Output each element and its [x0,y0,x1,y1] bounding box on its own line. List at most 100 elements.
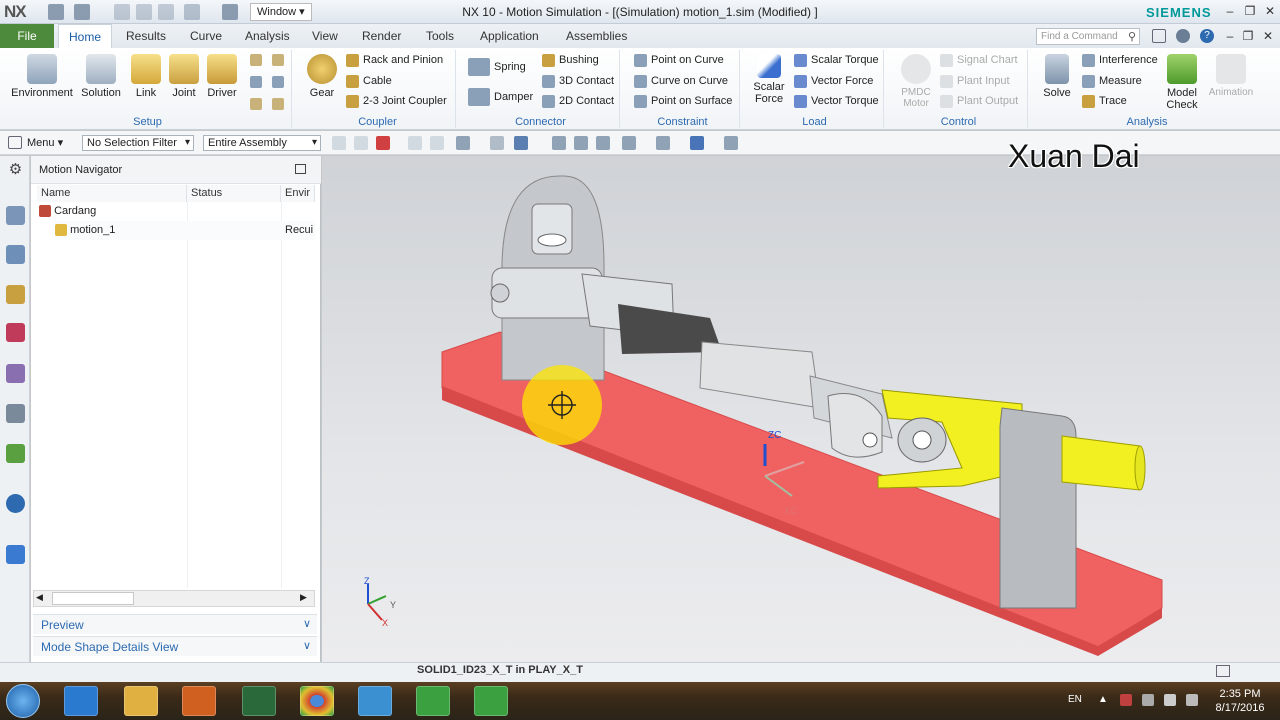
plant-output-button[interactable]: Plant Output [940,92,1018,110]
solution-button[interactable]: Solution [78,54,124,99]
tab-view[interactable]: View [302,24,348,48]
scalar-torque-button[interactable]: Scalar Torque [794,51,879,69]
measure-button[interactable]: Measure [1082,72,1142,90]
spring-button[interactable]: Spring [468,58,526,77]
tab-results[interactable]: Results [116,24,176,48]
settings-gear-icon[interactable]: ⚙ [6,160,25,179]
point-on-surface-button[interactable]: Point on Surface [634,92,732,110]
tab-application[interactable]: Application [470,24,549,48]
gear-button[interactable]: Gear [304,54,340,99]
joint-button[interactable]: Joint [166,54,202,99]
preview-section[interactable]: Preview ∨ [33,614,317,634]
column-header-status[interactable]: Status [187,185,281,202]
solve-button[interactable]: Solve [1040,54,1074,99]
scroll-left-icon[interactable]: ◀ [36,592,43,603]
shaded-icon[interactable] [490,136,504,150]
curve-on-curve-button[interactable]: Curve on Curve [634,72,728,90]
chrome-icon[interactable] [300,686,334,716]
start-button[interactable] [6,684,40,718]
doc-minimize-icon[interactable]: – [1222,29,1238,43]
scroll-right-icon[interactable]: ▶ [300,592,307,603]
network-icon[interactable] [1164,694,1176,706]
media-player-icon[interactable] [182,686,216,716]
show-hide-icon[interactable] [724,136,738,150]
part-navigator-icon[interactable] [6,323,25,342]
curve-icon[interactable] [430,136,444,150]
doc-restore-icon[interactable]: ❐ [1240,29,1256,43]
show-hidden-icons-icon[interactable]: ▲ [1098,694,1108,705]
select-icon[interactable] [354,136,368,150]
column-header-environment[interactable]: Envir [281,185,315,202]
help-icon[interactable]: ? [1200,29,1214,43]
orient-view-icon[interactable] [690,136,704,150]
interference-button[interactable]: Interference [1082,51,1158,69]
action-center-icon[interactable] [1120,694,1132,706]
animation-button[interactable]: Animation [1206,54,1256,98]
damper-button[interactable]: Damper [468,88,533,107]
3d-contact-button[interactable]: 3D Contact [542,72,614,90]
pmdc-motor-button[interactable]: PMDC Motor [892,54,940,109]
plant-input-button[interactable]: Plant Input [940,72,1010,90]
camtasia-icon[interactable] [416,686,450,716]
settings-icon[interactable] [1176,29,1190,43]
selection-filter-dropdown[interactable]: No Selection Filter [82,135,194,151]
rectangle-select-icon[interactable] [456,136,470,150]
doc-close-icon[interactable]: ✕ [1260,29,1276,43]
constraint-navigator-icon[interactable] [6,285,25,304]
render-style-icon[interactable] [656,136,670,150]
rack-and-pinion-button[interactable]: Rack and Pinion [346,51,443,69]
bushing-button[interactable]: Bushing [542,51,599,69]
column-header-name[interactable]: Name [37,185,187,202]
cube-icon[interactable] [514,136,528,150]
tab-render[interactable]: Render [352,24,411,48]
function-icon[interactable] [272,76,284,88]
tab-tools[interactable]: Tools [416,24,464,48]
selection-scope-dropdown[interactable]: Entire Assembly [203,135,321,151]
point-icon[interactable] [272,54,284,66]
assembly-navigator-icon[interactable] [6,245,25,264]
reuse-library-icon[interactable] [6,364,25,383]
camtasia-recorder-icon[interactable] [474,686,508,716]
menu-button[interactable]: Menu ▾ [27,136,63,149]
cable-button[interactable]: Cable [346,72,392,90]
find-command-input[interactable]: Find a Command ⚲ [1036,28,1140,45]
system-clock[interactable]: 2:35 PM 8/17/2016 [1210,687,1270,715]
snap-point-icon[interactable] [376,136,390,150]
history-icon[interactable] [6,404,25,423]
snap-icon[interactable] [332,136,346,150]
restore-icon[interactable]: ❐ [1242,4,1258,18]
file-tab[interactable]: File [0,24,54,48]
trace-button[interactable]: Trace [1082,92,1127,110]
mode-shape-section[interactable]: Mode Shape Details View ∨ [33,636,317,656]
edit-icon[interactable] [272,98,284,110]
nx-application-icon[interactable] [358,686,392,716]
panel-maximize-icon[interactable] [295,164,306,174]
vector-icon[interactable] [250,76,262,88]
point-on-curve-button[interactable]: Point on Curve [634,51,724,69]
rotate-icon[interactable] [596,136,610,150]
marker-icon[interactable] [250,54,262,66]
scroll-thumb[interactable] [52,592,134,605]
language-indicator[interactable]: EN [1068,694,1082,705]
web-browser-icon[interactable] [6,494,25,513]
device-icon[interactable] [1142,694,1154,706]
tab-curve[interactable]: Curve [180,24,232,48]
close-icon[interactable]: ✕ [1262,4,1278,18]
tree-row-motion[interactable]: motion_1 Recui [55,221,315,240]
model-check-button[interactable]: Model Check [1162,54,1202,111]
layer-icon[interactable] [622,136,636,150]
minimize-icon[interactable]: – [1222,4,1238,18]
zoom-icon[interactable] [574,136,588,150]
scalar-force-button[interactable]: Scalar Force [750,54,788,105]
tab-assemblies[interactable]: Assemblies [556,24,637,48]
joint-coupler-button[interactable]: 2-3 Joint Coupler [346,92,447,110]
vector-torque-button[interactable]: Vector Torque [794,92,879,110]
csys-icon[interactable] [250,98,262,110]
tab-home[interactable]: Home [58,24,113,48]
tab-analysis[interactable]: Analysis [235,24,300,48]
file-explorer-icon[interactable] [124,686,158,716]
full-screen-icon[interactable] [1216,665,1230,677]
ribbon-options-icon[interactable] [1152,29,1166,43]
nx-app-icon[interactable] [242,686,276,716]
fit-icon[interactable] [552,136,566,150]
